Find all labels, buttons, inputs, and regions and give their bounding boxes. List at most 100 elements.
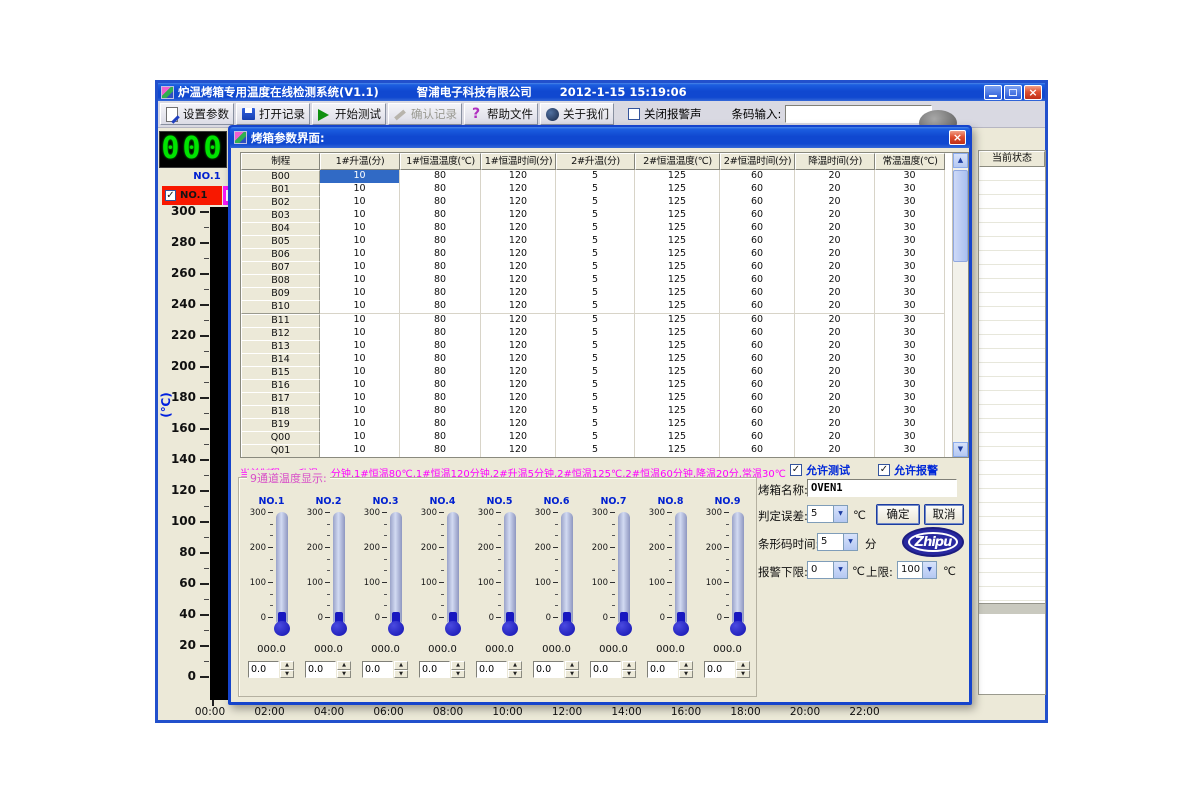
table-cell[interactable]: 125 xyxy=(635,353,720,367)
table-cell[interactable]: 80 xyxy=(400,366,481,380)
table-cell[interactable]: 10 xyxy=(320,196,400,210)
table-cell[interactable]: 20 xyxy=(795,287,875,301)
table-cell[interactable]: 60 xyxy=(720,287,795,301)
row-header[interactable]: Q00 xyxy=(241,431,320,445)
table-cell[interactable]: 30 xyxy=(875,444,945,458)
row-header[interactable]: B17 xyxy=(241,392,320,406)
table-cell[interactable]: 5 xyxy=(556,405,635,419)
table-cell[interactable]: 125 xyxy=(635,366,720,380)
table-cell[interactable]: 120 xyxy=(481,340,556,354)
table-cell[interactable]: 20 xyxy=(795,392,875,406)
table-cell[interactable]: 10 xyxy=(320,287,400,301)
row-header[interactable]: B05 xyxy=(241,235,320,249)
table-cell[interactable]: 5 xyxy=(556,248,635,262)
thermo-setpoint-input[interactable] xyxy=(476,661,507,678)
table-cell[interactable]: 10 xyxy=(320,300,400,314)
table-cell[interactable]: 30 xyxy=(875,314,945,328)
oven-name-input[interactable] xyxy=(807,479,957,497)
table-cell[interactable]: 20 xyxy=(795,261,875,275)
table-cell[interactable]: 30 xyxy=(875,235,945,249)
table-cell[interactable]: 20 xyxy=(795,222,875,236)
table-cell[interactable]: 30 xyxy=(875,183,945,197)
table-cell[interactable]: 60 xyxy=(720,248,795,262)
table-cell[interactable]: 80 xyxy=(400,314,481,328)
table-cell[interactable]: 30 xyxy=(875,353,945,367)
chevron-down-icon[interactable]: ▼ xyxy=(843,534,857,550)
table-cell[interactable]: 125 xyxy=(635,392,720,406)
table-cell[interactable]: 125 xyxy=(635,196,720,210)
table-cell[interactable]: 120 xyxy=(481,183,556,197)
table-cell[interactable]: 10 xyxy=(320,170,400,184)
row-header[interactable]: B12 xyxy=(241,327,320,341)
table-cell[interactable]: 20 xyxy=(795,248,875,262)
table-scrollbar[interactable]: ▲ ▼ xyxy=(952,153,968,457)
table-cell[interactable]: 5 xyxy=(556,444,635,458)
table-cell[interactable]: 125 xyxy=(635,183,720,197)
mute-alarm-checkbox[interactable]: 关闭报警声 xyxy=(628,106,702,122)
table-cell[interactable]: 60 xyxy=(720,327,795,341)
table-cell[interactable]: 30 xyxy=(875,379,945,393)
dialog-close-button[interactable]: × xyxy=(949,130,966,145)
table-cell[interactable]: 80 xyxy=(400,287,481,301)
table-cell[interactable]: 30 xyxy=(875,340,945,354)
table-cell[interactable]: 80 xyxy=(400,196,481,210)
row-header[interactable]: B01 xyxy=(241,183,320,197)
row-header[interactable]: B19 xyxy=(241,418,320,432)
table-cell[interactable]: 120 xyxy=(481,196,556,210)
spinner-up-button[interactable]: ▲ xyxy=(622,661,636,670)
table-cell[interactable]: 20 xyxy=(795,196,875,210)
table-cell[interactable]: 60 xyxy=(720,314,795,328)
table-cell[interactable]: 120 xyxy=(481,314,556,328)
table-cell[interactable]: 120 xyxy=(481,353,556,367)
table-cell[interactable]: 120 xyxy=(481,170,556,184)
row-header[interactable]: B00 xyxy=(241,170,320,184)
allow-alarm-checkbox[interactable]: ✓ 允许报警 xyxy=(878,462,938,478)
table-cell[interactable]: 125 xyxy=(635,222,720,236)
status-list-scrollbar[interactable] xyxy=(979,603,1045,614)
table-cell[interactable]: 60 xyxy=(720,222,795,236)
table-cell[interactable]: 120 xyxy=(481,209,556,223)
barcode-input[interactable] xyxy=(785,105,932,123)
table-cell[interactable]: 60 xyxy=(720,274,795,288)
toolbar-button-settings[interactable]: 设置参数 xyxy=(160,103,234,125)
table-cell[interactable]: 80 xyxy=(400,235,481,249)
table-cell[interactable]: 10 xyxy=(320,274,400,288)
table-cell[interactable]: 20 xyxy=(795,183,875,197)
scrollbar-track[interactable] xyxy=(953,168,968,442)
thermo-setpoint-input[interactable] xyxy=(533,661,564,678)
table-cell[interactable]: 30 xyxy=(875,274,945,288)
table-cell[interactable]: 80 xyxy=(400,327,481,341)
row-header[interactable]: B18 xyxy=(241,405,320,419)
table-cell[interactable]: 60 xyxy=(720,170,795,184)
toolbar-button-open[interactable]: 打开记录 xyxy=(236,103,310,125)
table-cell[interactable]: 125 xyxy=(635,209,720,223)
table-cell[interactable]: 120 xyxy=(481,248,556,262)
row-header[interactable]: B13 xyxy=(241,340,320,354)
table-cell[interactable]: 60 xyxy=(720,444,795,458)
table-cell[interactable]: 20 xyxy=(795,274,875,288)
table-cell[interactable]: 120 xyxy=(481,392,556,406)
thermo-setpoint-input[interactable] xyxy=(248,661,279,678)
table-cell[interactable]: 120 xyxy=(481,261,556,275)
table-cell[interactable]: 30 xyxy=(875,170,945,184)
toolbar-button-confirm[interactable]: 确认记录 xyxy=(388,103,462,125)
table-cell[interactable]: 125 xyxy=(635,300,720,314)
table-cell[interactable]: 80 xyxy=(400,274,481,288)
table-cell[interactable]: 5 xyxy=(556,183,635,197)
row-header[interactable]: Q01 xyxy=(241,444,320,458)
table-cell[interactable]: 80 xyxy=(400,222,481,236)
row-header[interactable]: B11 xyxy=(241,314,320,328)
spinner-up-button[interactable]: ▲ xyxy=(394,661,408,670)
table-cell[interactable]: 125 xyxy=(635,274,720,288)
spinner-down-button[interactable]: ▼ xyxy=(565,670,579,679)
spinner-down-button[interactable]: ▼ xyxy=(736,670,750,679)
table-cell[interactable]: 60 xyxy=(720,196,795,210)
table-cell[interactable]: 60 xyxy=(720,366,795,380)
table-cell[interactable]: 30 xyxy=(875,222,945,236)
table-cell[interactable]: 5 xyxy=(556,274,635,288)
table-cell[interactable]: 120 xyxy=(481,287,556,301)
table-cell[interactable]: 60 xyxy=(720,353,795,367)
table-cell[interactable]: 125 xyxy=(635,405,720,419)
table-cell[interactable]: 10 xyxy=(320,444,400,458)
row-header[interactable]: B02 xyxy=(241,196,320,210)
